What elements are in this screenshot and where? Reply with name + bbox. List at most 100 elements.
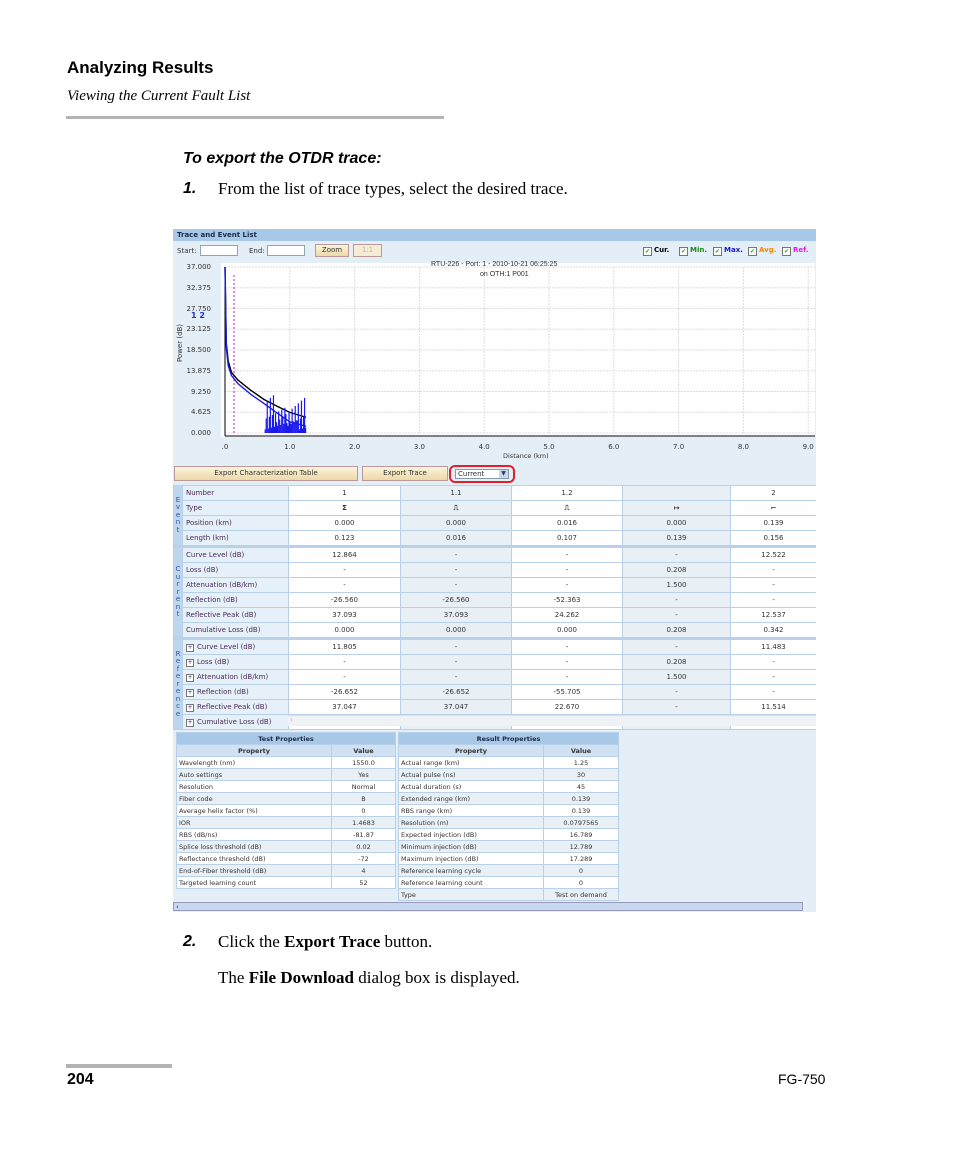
x-tick-label: .0 [221,443,229,451]
table-cell: 12.522 [730,545,816,563]
table-cell: - [622,699,731,715]
checkbox-min[interactable]: ✔ Min. [679,246,707,256]
event-marker-label: 1 2 [191,311,205,320]
export-characterization-table-button[interactable]: Export Characterization Table [174,466,358,481]
table-cell: - [400,577,512,593]
checkbox-box[interactable]: ✔ [782,247,791,256]
table-row: + Reflection (dB) -26.652 -26.652 -55.705- - [174,684,816,700]
otdr-plot[interactable] [213,263,815,437]
expand-icon[interactable]: + [186,718,194,727]
table-row: Wavelength (nm) 1550.0 [176,756,396,769]
chart-title: RTU-226 - Port: 1 - 2010-10-21 06:25:25 [431,261,558,268]
start-label: Start: [177,247,197,255]
table-cell: 1.1 [400,485,512,501]
table-cell: - [288,577,401,593]
expand-icon[interactable]: + [186,658,194,667]
reset-zoom-button[interactable]: 1:1 [353,244,382,257]
checkbox-cur[interactable]: ✔ Cur. [643,246,669,256]
table-cell: - [622,607,731,623]
property-name: Resolution [176,780,332,793]
table-cell: - [400,654,512,670]
table-row: Minimum injection (dB) 12.789 [398,840,619,853]
scroll-left-icon[interactable]: ‹ [176,903,179,911]
table-cell: 12.537 [730,607,816,623]
table-row: Expected injection (dB) 16.789 [398,828,619,841]
step-number: 2. [183,933,197,950]
event-table: Ev e n t Number 1 1.1 1.2 2 Type Σ ⎍ ⎍ ↦ ⌐ Position (km… [173,485,816,730]
step-text: Click the Export Trace button. [218,932,432,952]
property-name: Maximum injection (dB) [398,852,544,865]
checkbox-box[interactable]: ✔ [713,247,722,256]
property-name: Auto settings [176,768,332,781]
expand-icon[interactable]: + [186,703,194,712]
expand-icon[interactable]: + [186,673,194,682]
table-cell: - [730,577,816,593]
start-input[interactable] [200,245,238,256]
table-row: + Attenuation (dB/km) - - -1.500- [174,669,816,685]
row-header-label: Cumulative Loss (dB) [197,717,272,726]
table-cell: 0.208 [622,654,731,670]
table-cell: 37.047 [288,699,401,715]
property-value: 1.4683 [331,816,396,829]
table-cell: 12.864 [288,545,401,563]
step-ui-reference: Export Trace [284,932,381,951]
property-name: RBS (dB/ns) [176,828,332,841]
highlight-ring [449,465,515,483]
checkbox-ref[interactable]: ✔ Ref. [782,246,808,256]
event-table-scrollbar[interactable]: ‹ [288,715,816,726]
row-header-label: Position (km) [186,519,232,527]
property-name: Wavelength (nm) [176,756,332,769]
checkbox-label: Avg. [759,246,777,254]
expand-icon[interactable]: + [186,688,194,697]
column-header: Value [331,744,396,757]
step-note-part: dialog box is displayed. [354,968,520,987]
property-name: Minimum injection (dB) [398,840,544,853]
property-name: Actual range (km) [398,756,544,769]
table-cell: - [730,592,816,608]
column-header: Property [176,744,332,757]
table-cell: -26.560 [400,592,512,608]
trace-event-panel: Trace and Event List Start: End: Zoom 1:… [173,229,816,912]
y-tick-label: 32.375 [186,283,212,292]
property-name: Extended range (km) [398,792,544,805]
end-input[interactable] [267,245,305,256]
table-title: Test Properties [176,732,396,745]
series-current [224,266,307,427]
expand-icon[interactable]: + [186,643,194,652]
row-header: Reflective Peak (dB) [182,607,289,623]
row-header: + Reflective Peak (dB) [182,699,289,715]
y-tick-label: 37.000 [186,263,212,271]
row-header: Cumulative Loss (dB) [182,622,289,639]
table-row: Reflective Peak (dB) 37.093 37.093 24.262-1… [174,607,816,623]
property-value: 0 [331,804,396,817]
checkbox-max[interactable]: ✔ Max. [713,246,743,256]
step-note: The File Download dialog box is displaye… [218,968,520,988]
row-header: Number [182,485,289,501]
table-cell: 22.670 [511,699,623,715]
scroll-left-icon[interactable]: ‹ [290,716,293,724]
checkbox-avg[interactable]: ✔ Avg. [748,246,776,256]
checkbox-box[interactable]: ✔ [748,247,757,256]
table-row: Re f e r e n c e + Curve Level (dB) 11.805- - -11.48… [173,637,816,730]
table-cell: 11.805 [288,637,401,655]
row-header: Position (km) [182,515,289,531]
checkbox-box[interactable]: ✔ [679,247,688,256]
table-row: Resolution Normal [176,780,396,793]
export-trace-button[interactable]: Export Trace [362,466,448,481]
table-cell: 37.093 [400,607,512,623]
table-cell: 1.2 [511,485,623,501]
table-row: Type Test on demand [398,888,619,901]
property-value: 30 [543,768,619,781]
checkbox-box[interactable]: ✔ [643,247,652,256]
property-value: 0 [543,876,619,889]
property-value: 1550.0 [331,756,396,769]
property-value: -72 [331,852,396,865]
row-header-label: Attenuation (dB/km) [186,581,258,589]
zoom-button[interactable]: Zoom [315,244,349,257]
table-cell: - [288,654,401,670]
row-header-label: Curve Level (dB) [186,551,245,559]
x-tick-label: 3.0 [413,443,425,451]
page-horizontal-scrollbar[interactable]: ‹ [173,902,803,911]
row-header-label: Number [186,489,215,497]
table-row: Auto settings Yes [176,768,396,781]
